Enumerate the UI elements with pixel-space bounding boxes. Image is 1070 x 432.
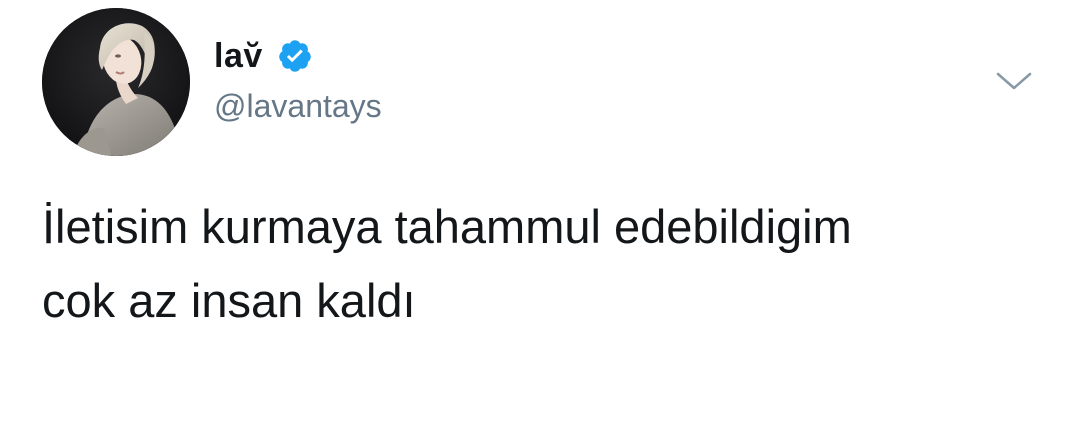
avatar[interactable] bbox=[42, 8, 190, 156]
user-handle[interactable]: @lavantays bbox=[214, 88, 382, 125]
display-name-row: lav̆ bbox=[214, 34, 313, 78]
profile-photo-icon bbox=[42, 8, 190, 156]
tweet-text-line: İletisim kurmaya tahammul edebildigim bbox=[42, 200, 852, 253]
tweet-text-line: cok az insan kaldı bbox=[42, 274, 416, 327]
chevron-down-icon[interactable] bbox=[994, 70, 1034, 94]
verified-badge-icon bbox=[277, 38, 313, 74]
display-name[interactable]: lav̆ bbox=[214, 37, 263, 76]
tweet-text: İletisim kurmaya tahammul edebildigim co… bbox=[42, 190, 1042, 338]
